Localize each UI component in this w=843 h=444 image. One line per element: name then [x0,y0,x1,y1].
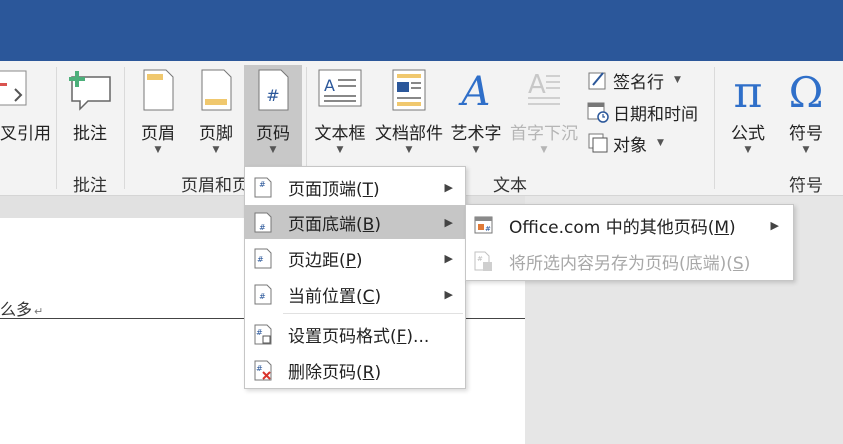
submenu-arrow-icon: ▶ [444,287,453,301]
svg-text:Ω: Ω [789,69,824,113]
equation-button[interactable]: π 公式 ▼ [720,65,776,169]
page-number-button[interactable]: # 页码 ▼ [244,65,302,169]
dropcap-label: 首字下沉 [510,124,578,144]
footer-label: 页脚 [199,124,233,144]
svg-text:#: # [256,364,263,373]
page-number-menu: # 页面顶端(T) ▶ # 页面底端(B) ▶ # 页边距(P) ▶ # 当前位… [244,166,466,389]
svg-text:A: A [324,76,335,95]
svg-text:#: # [257,255,264,264]
submenu-arrow-icon: ▶ [770,218,779,232]
svg-text:#: # [266,86,279,105]
submenu-item-save-selection[interactable]: # 将所选内容另存为页码(底端)(S) [466,243,793,279]
quick-parts-dropdown-arrow: ▼ [405,145,413,155]
wordart-button[interactable]: A 艺术字 ▼ [446,65,506,169]
group-label-comments: 批注 [73,176,107,196]
dropcap-button[interactable]: A 首字下沉 ▼ [506,65,582,169]
date-time-button[interactable]: 日期和时间 [587,98,698,126]
menu-item-current-position[interactable]: # 当前位置(C) ▶ [245,277,465,311]
header-label: 页眉 [141,124,175,144]
menu-item-remove-page-numbers[interactable]: # 删除页码(R) [245,353,465,387]
svg-text:#: # [259,223,266,232]
ribbon-separator [56,67,57,189]
omega-icon: Ω [789,69,824,113]
page-number-icon: # [258,69,289,111]
group-label-text: 文本 [493,176,527,196]
document-text: 么多 ↵ [0,300,44,319]
bottom-of-page-icon: # [254,212,272,233]
page-margins-icon: # [254,248,272,269]
textbox-dropdown-arrow: ▼ [336,145,344,155]
ribbon-separator [124,67,125,189]
object-icon [588,133,608,153]
footer-icon [201,69,232,111]
cross-reference-icon [0,70,27,106]
svg-text:A: A [528,70,546,100]
equation-dropdown-arrow: ▼ [744,145,752,155]
title-bar [0,0,843,61]
object-label: 对象 [613,135,647,156]
ribbon-separator [714,67,715,189]
textbox-label: 文本框 [314,124,366,144]
submenu-item-more-from-office[interactable]: # Office.com 中的其他页码(M) ▶ [466,207,793,243]
format-page-numbers-icon: # [254,324,272,345]
signature-dropdown-arrow: ▼ [674,75,681,85]
bottom-of-page-submenu: # Office.com 中的其他页码(M) ▶ # 将所选内容另存为页码(底端… [465,204,794,281]
calendar-clock-icon [587,102,609,123]
menu-item-format-page-numbers[interactable]: # 设置页码格式(F)... [245,317,465,351]
menu-item-bottom-of-page[interactable]: # 页面底端(B) ▶ [245,205,465,239]
svg-text:#: # [485,225,491,233]
wordart-dropdown-arrow: ▼ [472,145,480,155]
comment-icon [69,71,111,111]
dropcap-dropdown-arrow: ▼ [540,145,548,155]
submenu-arrow-icon: ▶ [444,251,453,265]
symbol-button[interactable]: Ω 符号 ▼ [778,65,834,169]
quick-parts-icon [392,69,426,111]
current-position-icon: # [254,284,272,305]
textbox-icon: A [318,69,362,107]
footer-dropdown-arrow: ▼ [212,145,220,155]
page-number-dropdown-arrow: ▼ [269,145,277,155]
object-dropdown-arrow: ▼ [657,138,664,148]
object-button[interactable]: 对象 ▼ [587,129,664,157]
new-comment-label: 批注 [73,124,107,144]
footer-button[interactable]: 页脚 ▼ [188,65,244,169]
pi-icon: π [734,69,763,113]
menu-item-top-of-page[interactable]: # 页面顶端(T) ▶ [245,170,465,204]
wordart-icon: A [458,69,491,111]
quick-parts-label: 文档部件 [375,124,443,144]
cross-reference-button[interactable]: 叉引用 [0,65,52,169]
svg-text:π: π [734,69,763,113]
signature-line-button[interactable]: 签名行 ▼ [587,66,681,94]
group-label-symbols: 符号 [789,176,823,196]
svg-text:#: # [259,292,266,301]
header-button[interactable]: 页眉 ▼ [130,65,186,169]
header-icon [143,69,174,111]
submenu-arrow-icon: ▶ [444,180,453,194]
save-page-number-icon: # [474,251,492,271]
quick-parts-button[interactable]: 文档部件 ▼ [372,65,446,169]
symbol-label: 符号 [789,124,823,144]
dropcap-icon: A [528,70,560,105]
svg-text:#: # [477,255,483,263]
page-number-label: 页码 [256,124,290,144]
top-of-page-icon: # [254,177,272,198]
remove-page-numbers-icon: # [254,360,272,381]
symbol-dropdown-arrow: ▼ [802,145,810,155]
equation-label: 公式 [731,124,765,144]
textbox-button[interactable]: A 文本框 ▼ [310,65,370,169]
new-comment-button[interactable]: 批注 [60,65,120,169]
cross-reference-label: 叉引用 [0,124,51,144]
menu-separator [283,313,463,314]
header-dropdown-arrow: ▼ [154,145,162,155]
wordart-label: 艺术字 [450,124,502,144]
menu-item-page-margins[interactable]: # 页边距(P) ▶ [245,241,465,275]
svg-text:#: # [256,328,263,337]
signature-icon [588,72,606,90]
date-time-label: 日期和时间 [613,104,698,125]
signature-line-label: 签名行 [613,72,664,93]
svg-text:A: A [458,69,491,111]
office-page-numbers-icon: # [474,216,493,234]
submenu-arrow-icon: ▶ [444,215,453,229]
svg-text:#: # [259,180,266,189]
